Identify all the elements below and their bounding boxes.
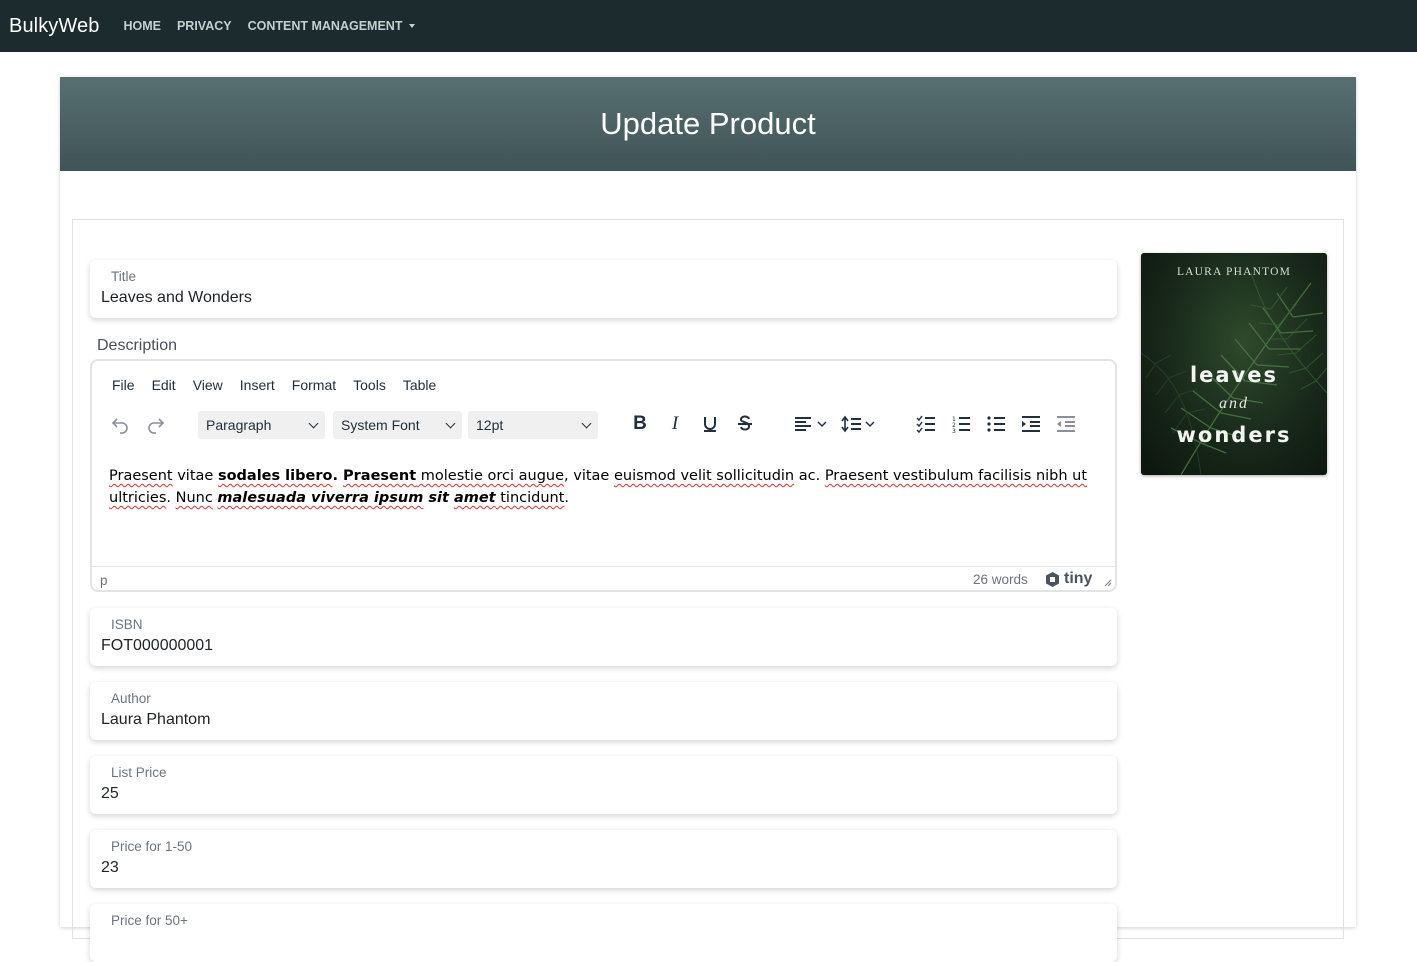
font-family-select[interactable]: System Font xyxy=(333,411,462,439)
text-segment: Praesent xyxy=(109,468,173,484)
undo-icon[interactable] xyxy=(108,409,132,439)
description-label: Description xyxy=(97,337,178,354)
nav-home[interactable]: HOME xyxy=(123,19,161,33)
chevron-down-icon xyxy=(445,418,456,429)
word-count[interactable]: 26 words xyxy=(973,572,1028,587)
nav-content-management-dropdown[interactable]: CONTENT MANAGEMENT xyxy=(248,19,416,33)
resize-handle-icon[interactable] xyxy=(1104,579,1112,587)
title-input[interactable] xyxy=(101,289,1091,307)
block-format-select[interactable]: Paragraph xyxy=(198,411,325,439)
cover-title-mid: and xyxy=(1219,395,1249,412)
product-form: Title Description File Edit View Insert … xyxy=(72,219,1344,962)
text-segment-bold-italic: sit xyxy=(423,490,454,506)
text-segment: . xyxy=(564,490,570,506)
price-1-50-field[interactable]: Price for 1-50 xyxy=(90,830,1117,888)
bullet-list-icon[interactable] xyxy=(984,409,1008,439)
text-segment-bold-italic: malesuada viverra ipsum xyxy=(217,490,424,506)
strikethrough-icon[interactable] xyxy=(733,409,757,439)
editor-menubar: File Edit View Insert Format Tools Table xyxy=(112,377,453,393)
list-price-field[interactable]: List Price xyxy=(90,756,1117,814)
price-50-plus-label: Price for 50+ xyxy=(111,913,188,928)
text-segment: ac. xyxy=(794,468,825,484)
underline-icon[interactable] xyxy=(698,409,722,439)
product-card: Update Product Title Description File Ed… xyxy=(60,77,1356,962)
editor-toolbar: Paragraph System Font 12pt B I 1 2 3 xyxy=(92,409,1115,449)
isbn-label: ISBN xyxy=(111,617,143,632)
tiny-icon xyxy=(1046,571,1059,587)
title-label: Title xyxy=(111,269,137,284)
italic-icon[interactable]: I xyxy=(663,409,687,439)
tiny-label: tiny xyxy=(1064,570,1093,587)
text-segment-bold: . xyxy=(332,468,344,484)
text-segment-bold: Praesent xyxy=(343,468,417,484)
menu-format[interactable]: Format xyxy=(292,377,336,393)
element-path[interactable]: p xyxy=(100,573,108,588)
chevron-down-icon xyxy=(581,418,592,429)
title-field[interactable]: Title xyxy=(90,260,1117,318)
author-label: Author xyxy=(111,691,151,706)
tiny-logo[interactable]: tiny xyxy=(1044,570,1092,588)
text-segment: sollicitudin xyxy=(711,468,795,484)
cover-title-bottom: wonders xyxy=(1176,423,1292,447)
indent-icon[interactable] xyxy=(1019,409,1043,439)
cover-author: LAURA PHANTOM xyxy=(1176,266,1292,278)
numbered-list-icon[interactable]: 123 xyxy=(949,409,973,439)
list-price-label: List Price xyxy=(111,765,167,780)
author-input[interactable] xyxy=(101,711,1091,729)
line-height-icon[interactable] xyxy=(840,409,878,439)
text-segment: Nunc xyxy=(175,490,213,506)
outdent-icon[interactable] xyxy=(1054,409,1078,439)
checklist-icon[interactable] xyxy=(914,409,938,439)
text-segment-bold: sodales libero xyxy=(217,468,333,484)
menu-table[interactable]: Table xyxy=(403,377,436,393)
menu-view[interactable]: View xyxy=(193,377,223,393)
list-price-input[interactable] xyxy=(101,785,1091,803)
menu-edit[interactable]: Edit xyxy=(152,377,176,393)
editor-statusbar: p 26 words tiny xyxy=(92,566,1115,590)
chevron-down-icon xyxy=(308,418,319,429)
isbn-input[interactable] xyxy=(101,637,1091,655)
text-segment: tincidunt xyxy=(495,490,565,506)
bold-icon[interactable]: B xyxy=(628,409,652,439)
menu-insert[interactable]: Insert xyxy=(240,377,275,393)
font-size-value: 12pt xyxy=(476,417,504,433)
text-segment: , vitae xyxy=(564,468,614,484)
author-field[interactable]: Author xyxy=(90,682,1117,740)
price-1-50-input[interactable] xyxy=(101,859,1091,877)
editor-content[interactable]: Praesent vitae sodales libero. Praesent … xyxy=(109,465,1104,509)
menu-file[interactable]: File xyxy=(112,377,135,393)
cover-title-top: leaves xyxy=(1189,363,1279,387)
text-segment: molestie orci augue xyxy=(416,468,565,484)
top-navbar: BulkyWeb HOME PRIVACY CONTENT MANAGEMENT xyxy=(0,0,1417,52)
description-editor[interactable]: File Edit View Insert Format Tools Table xyxy=(90,359,1117,592)
font-size-select[interactable]: 12pt xyxy=(468,411,598,439)
book-cover-image: LAURA PHANTOM leaves and wonders xyxy=(1141,253,1327,475)
card-header: Update Product xyxy=(60,77,1356,171)
font-family-value: System Font xyxy=(341,417,420,433)
price-50-plus-field[interactable]: Price for 50+ xyxy=(90,904,1117,962)
svg-text:3: 3 xyxy=(952,428,956,434)
isbn-field[interactable]: ISBN xyxy=(90,608,1117,666)
align-left-icon[interactable] xyxy=(792,409,830,439)
block-format-value: Paragraph xyxy=(206,417,272,433)
nav-privacy[interactable]: PRIVACY xyxy=(177,19,232,33)
text-segment: . xyxy=(166,490,176,506)
brand-logo[interactable]: BulkyWeb xyxy=(9,15,99,38)
nav-content-management-label: CONTENT MANAGEMENT xyxy=(247,19,403,33)
text-segment-bold-italic: amet xyxy=(453,490,496,506)
caret-down-icon xyxy=(409,24,416,28)
menu-tools[interactable]: Tools xyxy=(353,377,386,393)
text-segment: euismod velit xyxy=(613,468,712,484)
redo-icon[interactable] xyxy=(144,409,168,439)
page-title: Update Product xyxy=(600,106,816,141)
text-segment: vitae xyxy=(172,468,218,484)
price-1-50-label: Price for 1-50 xyxy=(111,839,193,854)
